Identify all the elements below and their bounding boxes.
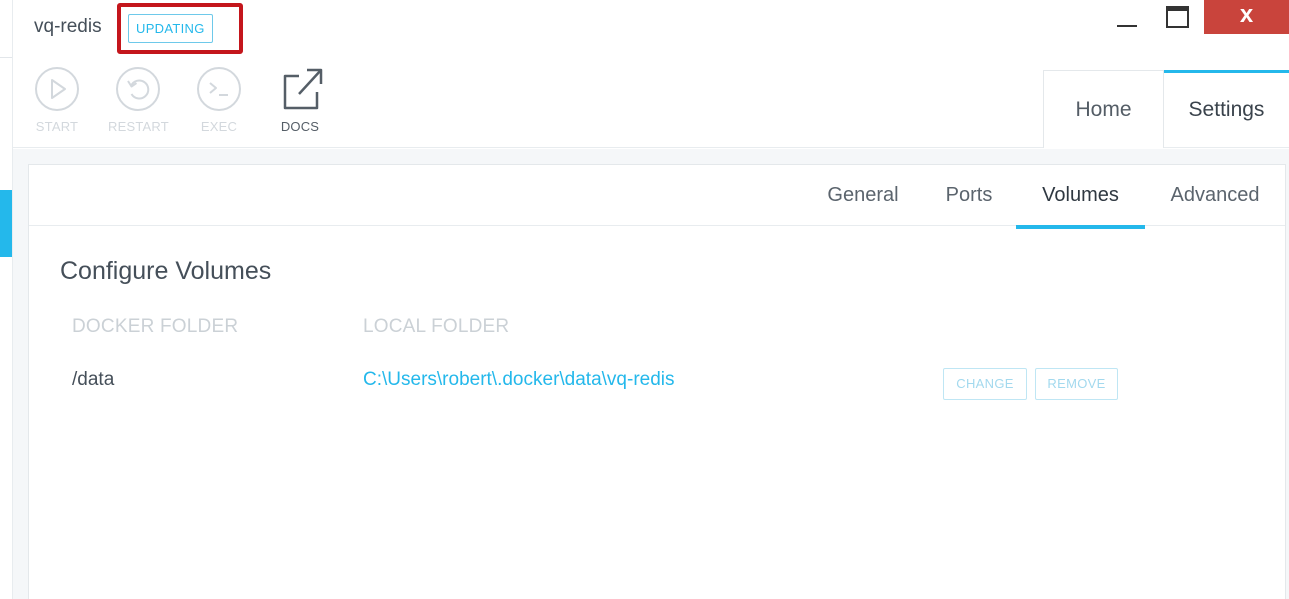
section-title: Configure Volumes xyxy=(60,257,272,285)
tab-volumes[interactable]: Volumes xyxy=(1016,165,1145,229)
tab-advanced[interactable]: Advanced xyxy=(1165,165,1265,226)
start-button[interactable]: START xyxy=(27,66,87,134)
docs-button[interactable]: DOCS xyxy=(270,66,330,134)
sidebar-active-indicator[interactable] xyxy=(0,190,12,257)
tab-settings[interactable]: Settings xyxy=(1164,70,1289,148)
terminal-circle-icon xyxy=(197,67,241,111)
settings-panel: General Ports Volumes Advanced Configure… xyxy=(28,164,1286,599)
column-header-local-folder: LOCAL FOLDER xyxy=(363,316,510,337)
minimize-button[interactable] xyxy=(1115,12,1141,38)
restart-label: RESTART xyxy=(108,119,169,134)
container-name: vq-redis xyxy=(34,16,102,37)
maximize-button[interactable] xyxy=(1166,6,1189,28)
close-button[interactable]: x xyxy=(1204,0,1289,34)
docs-label: DOCS xyxy=(280,119,320,134)
container-header: vq-redis UPDATING START RESTART EXEC DOC… xyxy=(13,0,1289,148)
settings-subtabs: General Ports Volumes Advanced xyxy=(29,165,1285,229)
tab-general[interactable]: General xyxy=(818,165,908,226)
annotation-highlight-box xyxy=(117,3,243,54)
tab-ports[interactable]: Ports xyxy=(939,165,999,226)
column-header-docker-folder: DOCKER FOLDER xyxy=(72,316,239,337)
docker-folder-value: /data xyxy=(72,369,115,390)
exec-button[interactable]: EXEC xyxy=(189,66,249,134)
change-button[interactable]: CHANGE xyxy=(943,368,1027,400)
restart-circle-icon xyxy=(116,67,160,111)
start-label: START xyxy=(35,119,79,134)
external-link-icon xyxy=(283,68,323,110)
exec-label: EXEC xyxy=(200,119,238,134)
remove-button[interactable]: REMOVE xyxy=(1035,368,1118,400)
sidebar-divider xyxy=(0,57,12,58)
sidebar-edge xyxy=(0,0,13,599)
restart-button[interactable]: RESTART xyxy=(108,66,169,134)
tab-home[interactable]: Home xyxy=(1043,70,1164,148)
local-folder-link[interactable]: C:\Users\robert\.docker\data\vq-redis xyxy=(363,369,675,391)
close-icon: x xyxy=(1239,1,1254,28)
play-circle-icon xyxy=(35,67,79,111)
